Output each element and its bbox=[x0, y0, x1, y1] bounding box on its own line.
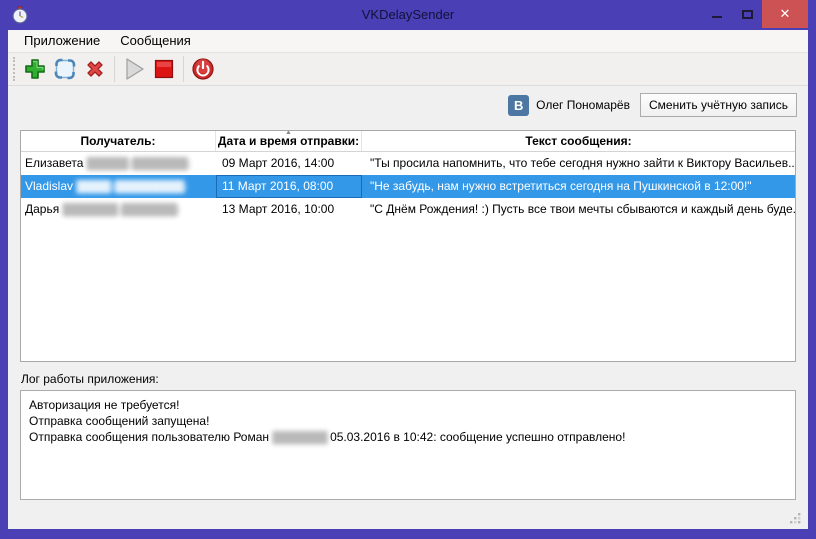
client-area: Приложение Сообщения В Олег Пономарёв См… bbox=[8, 30, 808, 529]
table-row[interactable]: Елизавета ██████ (████████) 09 Март 2016… bbox=[21, 152, 795, 175]
maximize-button[interactable] bbox=[732, 0, 762, 28]
window-controls: ✕ bbox=[702, 0, 808, 28]
red-cross-icon bbox=[87, 61, 103, 77]
toolbar-separator bbox=[183, 56, 184, 82]
recipient-cell: Елизавета ██████ (████████) bbox=[25, 156, 190, 170]
account-user-name: Олег Пономарёв bbox=[536, 98, 630, 112]
datetime-cell: 11 Март 2016, 08:00 bbox=[216, 175, 362, 198]
minimize-icon bbox=[712, 16, 722, 18]
log-line: Авторизация не требуется! bbox=[29, 398, 180, 412]
exit-button[interactable] bbox=[188, 55, 218, 83]
close-icon: ✕ bbox=[779, 6, 791, 21]
resize-grip[interactable] bbox=[789, 512, 802, 525]
selection-frame-icon bbox=[54, 58, 76, 80]
window-title: VKDelaySender bbox=[361, 7, 455, 22]
message-cell: "С Днём Рождения! :) Пусть все твои мечт… bbox=[370, 202, 795, 216]
edit-message-button[interactable] bbox=[50, 55, 80, 83]
menu-prilozhenie[interactable]: Приложение bbox=[14, 30, 110, 52]
recipient-cell: Дарья ████████ (████████) bbox=[25, 202, 180, 216]
start-sending-button[interactable] bbox=[119, 55, 149, 83]
stop-sending-button[interactable] bbox=[149, 55, 179, 83]
switch-account-button[interactable]: Сменить учётную запись bbox=[639, 93, 797, 117]
status-bar bbox=[8, 500, 808, 529]
power-icon bbox=[192, 58, 214, 80]
datetime-cell: 09 Март 2016, 14:00 bbox=[222, 156, 335, 170]
stop-icon bbox=[154, 59, 174, 79]
vk-logo-icon: В bbox=[508, 94, 530, 116]
log-line: Отправка сообщения пользователю Роман ██… bbox=[29, 430, 626, 444]
play-icon bbox=[126, 58, 144, 80]
recipient-cell: Vladislav █████ (██████████) bbox=[25, 179, 187, 193]
close-button[interactable]: ✕ bbox=[762, 0, 808, 28]
censored-text: ████████ bbox=[272, 432, 327, 444]
title-bar[interactable]: VKDelaySender ✕ bbox=[0, 0, 816, 30]
app-window: VKDelaySender ✕ Приложение Сообщения В О… bbox=[0, 0, 816, 539]
column-header-message[interactable]: Текст сообщения: bbox=[362, 131, 795, 151]
column-header-datetime[interactable]: ▲ Дата и время отправки: bbox=[216, 131, 362, 151]
toolbar bbox=[8, 53, 808, 86]
message-cell: "Не забудь, нам нужно встретиться сегодн… bbox=[370, 179, 752, 193]
censored-text: ████████ (████████) bbox=[62, 204, 180, 216]
account-row: В Олег Пономарёв Сменить учётную запись bbox=[8, 86, 808, 124]
datetime-cell: 13 Март 2016, 10:00 bbox=[222, 202, 335, 216]
menu-bar: Приложение Сообщения bbox=[8, 30, 808, 53]
toolbar-separator bbox=[114, 56, 115, 82]
message-cell: "Ты просила напомнить, что тебе сегодня … bbox=[370, 156, 795, 170]
table-row[interactable]: Дарья ████████ (████████) 13 Март 2016, … bbox=[21, 198, 795, 221]
toolbar-grip[interactable] bbox=[13, 57, 18, 81]
messages-table[interactable]: Получатель: ▲ Дата и время отправки: Тек… bbox=[20, 130, 796, 362]
sort-ascending-icon: ▲ bbox=[285, 131, 292, 136]
table-header: Получатель: ▲ Дата и время отправки: Тек… bbox=[21, 131, 795, 152]
delete-message-button[interactable] bbox=[80, 55, 110, 83]
add-message-button[interactable] bbox=[20, 55, 50, 83]
log-line: Отправка сообщений запущена! bbox=[29, 414, 210, 428]
censored-text: █████ (██████████) bbox=[76, 181, 186, 193]
minimize-button[interactable] bbox=[702, 0, 732, 28]
maximize-icon bbox=[741, 9, 753, 19]
table-row-selected[interactable]: Vladislav █████ (██████████) 11 Март 201… bbox=[21, 175, 795, 198]
log-label: Лог работы приложения: bbox=[21, 372, 159, 386]
column-header-recipient[interactable]: Получатель: bbox=[21, 131, 216, 151]
green-plus-icon bbox=[25, 59, 45, 79]
menu-soobshcheniya[interactable]: Сообщения bbox=[110, 30, 201, 52]
censored-text: ██████ (████████) bbox=[86, 158, 190, 170]
log-textarea[interactable]: Авторизация не требуется! Отправка сообщ… bbox=[20, 390, 796, 500]
